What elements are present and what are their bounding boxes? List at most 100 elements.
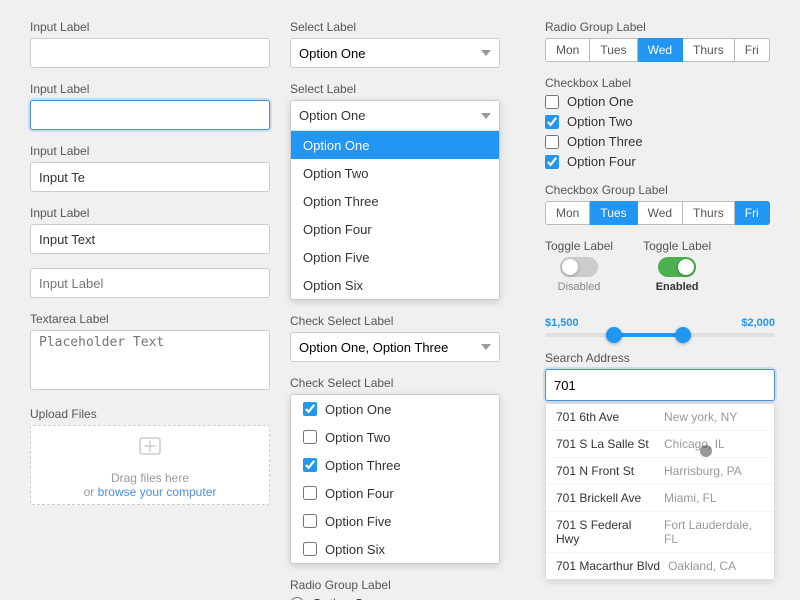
dropdown-option-4[interactable]: Option Four [291, 215, 499, 243]
checkbox-btn-group: Checkbox Group Label Mon Tues Wed Thurs … [545, 183, 775, 225]
check-option-4[interactable]: Option Four [291, 479, 499, 507]
search-result-3-main: 701 N Front St [556, 464, 656, 478]
dropdown-header[interactable]: Option One [291, 101, 499, 131]
check-option-1-label: Option One [325, 402, 392, 417]
search-result-5[interactable]: 701 S Federal Hwy Fort Lauderdale, FL [546, 512, 774, 553]
upload-label: Upload Files [30, 407, 270, 421]
btn-tues[interactable]: Tues [590, 38, 637, 62]
cb-btn-fri[interactable]: Fri [735, 201, 770, 225]
check-option-2-checkbox[interactable] [303, 430, 317, 444]
dropdown-option-5[interactable]: Option Five [291, 243, 499, 271]
radio-input-1[interactable] [290, 597, 304, 600]
radio-option-1[interactable]: Option One [290, 596, 500, 600]
btn-wed[interactable]: Wed [638, 38, 683, 62]
toggle-switch-1[interactable] [560, 257, 598, 277]
check-select-input-1[interactable]: Option One, Option Three [290, 332, 500, 362]
check-option-1-checkbox[interactable] [303, 402, 317, 416]
input-label-4: Input Label [30, 206, 270, 220]
toggle-enabled-label: Enabled [656, 281, 699, 293]
toggle-switch-2[interactable] [658, 257, 696, 277]
cb-label-1: Option One [567, 94, 634, 109]
search-result-3[interactable]: 701 N Front St Harrisburg, PA [546, 458, 774, 485]
cb-input-4[interactable] [545, 155, 559, 169]
cb-btn-thurs[interactable]: Thurs [683, 201, 735, 225]
range-thumb-1[interactable] [606, 327, 622, 343]
range-container: $1,500 $2,000 [545, 307, 775, 337]
range-fill [614, 333, 683, 337]
search-result-4[interactable]: 701 Brickell Ave Miami, FL [546, 485, 774, 512]
radio-btn-label: Radio Group Label [545, 20, 775, 34]
search-result-6[interactable]: 701 Macarthur Blvd Oakland, CA [546, 553, 774, 579]
range-track[interactable] [545, 333, 775, 337]
btn-fri[interactable]: Fri [735, 38, 770, 62]
radio-options-col2: Option One Option Two Option Three Optio… [290, 596, 500, 600]
cb-btn-tues[interactable]: Tues [590, 201, 637, 225]
cb-option-2[interactable]: Option Two [545, 114, 775, 129]
upload-dropzone[interactable]: Drag files here or browse your computer [30, 425, 270, 505]
search-result-2[interactable]: 701 S La Salle St Chicago, IL [546, 431, 774, 458]
cb-input-1[interactable] [545, 95, 559, 109]
check-option-5-checkbox[interactable] [303, 514, 317, 528]
select-group-2: Select Label Option One Option One Optio… [290, 82, 500, 300]
drag-text: Drag files here [111, 471, 189, 485]
select-input-1[interactable]: Option One Option Two Option Three Optio… [290, 38, 500, 68]
check-option-6-label: Option Six [325, 542, 385, 557]
column-2: Select Label Option One Option Two Optio… [290, 20, 500, 600]
cb-btn-wed[interactable]: Wed [638, 201, 683, 225]
cb-input-2[interactable] [545, 115, 559, 129]
btn-thurs[interactable]: Thurs [683, 38, 735, 62]
page: Input Label Input Label Input Label Inpu… [0, 0, 800, 600]
dropdown-option-2[interactable]: Option Two [291, 159, 499, 187]
check-option-5[interactable]: Option Five [291, 507, 499, 535]
input-field-1[interactable] [30, 38, 270, 68]
dropdown-option-6[interactable]: Option Six [291, 271, 499, 299]
check-option-2-label: Option Two [325, 430, 391, 445]
search-result-1[interactable]: 701 6th Ave New york, NY [546, 404, 774, 431]
cb-btn-mon[interactable]: Mon [545, 201, 590, 225]
column-1: Input Label Input Label Input Label Inpu… [30, 20, 270, 519]
cb-label-3: Option Three [567, 134, 643, 149]
toggle-group-2: Toggle Label Enabled [643, 239, 711, 293]
checkbox-btn-label: Checkbox Group Label [545, 183, 775, 197]
search-address-label: Search Address [545, 351, 775, 365]
check-option-6-checkbox[interactable] [303, 542, 317, 556]
checkbox-options: Option One Option Two Option Three Optio… [545, 94, 775, 169]
check-option-2[interactable]: Option Two [291, 423, 499, 451]
input-field-4[interactable] [30, 224, 270, 254]
btn-mon[interactable]: Mon [545, 38, 590, 62]
radio-label-col2: Radio Group Label [290, 578, 500, 592]
radio-btn-group-items: Mon Tues Wed Thurs Fri [545, 38, 775, 62]
radio-group-col2: Radio Group Label Option One Option Two … [290, 578, 500, 600]
chevron-down-icon [481, 113, 491, 119]
browse-text-wrap: or browse your computer [84, 485, 217, 499]
search-dropdown: 701 6th Ave New york, NY 701 S La Salle … [545, 403, 775, 580]
cb-option-4[interactable]: Option Four [545, 154, 775, 169]
radio-label-1: Option One [312, 596, 379, 600]
cb-option-3[interactable]: Option Three [545, 134, 775, 149]
search-result-6-main: 701 Macarthur Blvd [556, 559, 660, 573]
input-field-3[interactable] [30, 162, 270, 192]
search-result-6-city: Oakland, CA [668, 559, 736, 573]
check-select-label-2: Check Select Label [290, 376, 500, 390]
field-group-1: Input Label [30, 20, 270, 68]
cb-label-2: Option Two [567, 114, 633, 129]
check-select-group-2: Check Select Label Option One Option Two… [290, 376, 500, 564]
range-thumb-2[interactable] [675, 327, 691, 343]
check-option-1[interactable]: Option One [291, 395, 499, 423]
dropdown-option-1[interactable]: Option One [291, 131, 499, 159]
check-option-4-checkbox[interactable] [303, 486, 317, 500]
search-address-input[interactable] [545, 369, 775, 401]
check-option-6[interactable]: Option Six [291, 535, 499, 563]
check-option-3-checkbox[interactable] [303, 458, 317, 472]
cb-option-1[interactable]: Option One [545, 94, 775, 109]
input-field-5[interactable] [30, 268, 270, 298]
search-result-1-main: 701 6th Ave [556, 410, 656, 424]
upload-icon [136, 432, 164, 467]
range-labels: $1,500 $2,000 [545, 317, 775, 329]
browse-link[interactable]: browse your computer [98, 485, 217, 499]
dropdown-option-3[interactable]: Option Three [291, 187, 499, 215]
textarea-field[interactable] [30, 330, 270, 390]
input-field-2[interactable] [30, 100, 270, 130]
check-option-3[interactable]: Option Three [291, 451, 499, 479]
cb-input-3[interactable] [545, 135, 559, 149]
